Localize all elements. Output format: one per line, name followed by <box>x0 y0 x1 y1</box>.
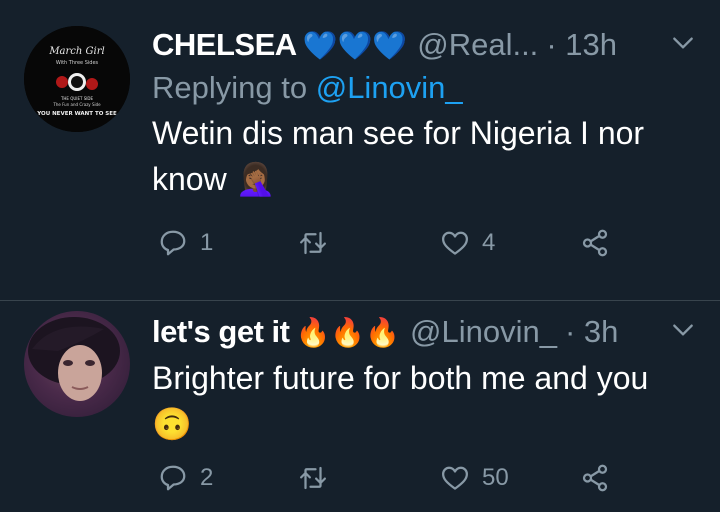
timestamp[interactable]: · 13h <box>546 27 617 63</box>
avatar-text: THE QUIET SIDE <box>60 96 94 101</box>
reply-count: 2 <box>200 464 214 491</box>
timestamp[interactable]: · 3h <box>565 314 618 350</box>
avatar[interactable] <box>24 311 130 417</box>
share-icon <box>582 464 608 492</box>
share-button[interactable] <box>580 463 610 493</box>
replying-to: Replying to @Linovin_ <box>152 70 696 106</box>
tweet-header: let's get it 🔥🔥🔥 @Linovin_ · 3h <box>152 309 696 355</box>
share-icon <box>582 229 608 257</box>
display-name[interactable]: let's get it <box>152 314 290 350</box>
name-emoji: 💙💙💙 <box>302 29 408 61</box>
display-name[interactable]: CHELSEA <box>152 27 297 63</box>
tweet-text: Wetin dis man see for Nigeria I nor know… <box>152 115 645 197</box>
retweet-button[interactable] <box>298 228 340 258</box>
chevron-down-icon[interactable] <box>670 317 696 343</box>
replying-to-label: Replying to <box>152 70 316 105</box>
avatar-photo <box>28 317 120 401</box>
reply-button[interactable]: 1 <box>158 228 213 258</box>
heart-icon <box>442 231 468 255</box>
like-button[interactable]: 4 <box>440 228 495 258</box>
like-button[interactable]: 50 <box>440 463 509 493</box>
handle[interactable]: @Linovin_ <box>410 314 557 350</box>
tweet[interactable]: let's get it 🔥🔥🔥 @Linovin_ · 3h Brighter… <box>0 301 720 512</box>
replying-to-link[interactable]: @Linovin_ <box>316 70 463 105</box>
avatar-text: YOU NEVER WANT TO SEE <box>36 111 117 117</box>
share-button[interactable] <box>580 228 610 258</box>
reply-count: 1 <box>200 229 214 256</box>
retweet-icon <box>300 231 326 255</box>
retweet-icon <box>300 466 326 490</box>
avatar-shirt-graphic: March Girl With Three Sides THE QUIET SI… <box>24 26 130 132</box>
like-count: 50 <box>482 464 509 491</box>
avatar-text: With Three Sides <box>56 60 99 66</box>
chevron-down-icon[interactable] <box>670 30 696 56</box>
tweet-actions: 1 4 <box>152 228 622 268</box>
name-emoji: 🔥🔥🔥 <box>295 316 401 348</box>
handle[interactable]: @Real... <box>417 27 538 63</box>
like-count: 4 <box>482 229 496 256</box>
tweet-actions: 2 50 <box>152 463 622 503</box>
tweet-header: CHELSEA 💙💙💙 @Real... · 13h <box>152 22 696 68</box>
reply-button[interactable]: 2 <box>158 463 213 493</box>
tweet-text: Brighter future for both me and you 🙃 <box>152 360 649 442</box>
avatar[interactable]: March Girl With Three Sides THE QUIET SI… <box>24 26 130 132</box>
avatar-text: The Fun and Crazy Side <box>52 102 101 107</box>
reply-icon <box>160 465 186 491</box>
avatar-text: March Girl <box>48 46 104 57</box>
retweet-button[interactable] <box>298 463 340 493</box>
heart-icon <box>442 466 468 490</box>
tweet[interactable]: March Girl With Three Sides THE QUIET SI… <box>0 0 720 300</box>
reply-icon <box>160 230 186 256</box>
